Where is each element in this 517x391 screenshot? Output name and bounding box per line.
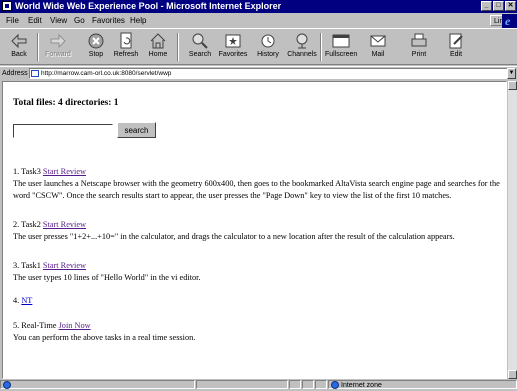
page-content: Total files: 4 directories: 1 search 1. … bbox=[2, 81, 507, 379]
item-prefix: 5. Real-Time bbox=[13, 321, 57, 330]
menu-view[interactable]: View bbox=[50, 14, 67, 27]
history-button[interactable]: History bbox=[252, 31, 284, 63]
browser-window: World Wide Web Experience Pool - Microso… bbox=[0, 0, 517, 390]
stop-icon bbox=[88, 33, 104, 49]
toolbar-separator bbox=[320, 33, 322, 61]
print-label: Print bbox=[411, 51, 427, 58]
zone-cell: Internet zone bbox=[328, 380, 517, 389]
item-prefix: 4. bbox=[13, 296, 20, 305]
search-input[interactable] bbox=[13, 124, 113, 138]
item-description: You can perform the above tasks in a rea… bbox=[13, 333, 196, 342]
list-item: 1. Task3 Start Review The user launches … bbox=[13, 166, 503, 202]
back-label: Back bbox=[11, 51, 27, 58]
back-arrow-icon bbox=[11, 33, 27, 49]
status-text-cell bbox=[0, 380, 195, 389]
fullscreen-label: Fullscreen bbox=[325, 51, 358, 58]
close-button[interactable]: ✕ bbox=[505, 1, 516, 11]
title-bar: World Wide Web Experience Pool - Microso… bbox=[0, 0, 517, 13]
status-progress-cell bbox=[196, 380, 288, 389]
list-item: 4. NT bbox=[13, 295, 503, 307]
channels-button[interactable]: Channels bbox=[286, 31, 318, 63]
menu-go[interactable]: Go bbox=[74, 14, 85, 27]
mail-label: Mail bbox=[371, 51, 385, 58]
menu-file[interactable]: File bbox=[6, 14, 19, 27]
scroll-down-button[interactable] bbox=[508, 370, 517, 379]
minimize-button[interactable]: _ bbox=[481, 1, 492, 11]
start-review-link[interactable]: Start Review bbox=[43, 261, 86, 270]
ie-app-icon[interactable] bbox=[2, 1, 12, 11]
address-label: Address bbox=[2, 70, 28, 77]
total-summary: Total files: 4 directories: 1 bbox=[13, 98, 119, 108]
item-prefix: 2. Task2 bbox=[13, 220, 41, 229]
item-description: The user presses "1+2+...+10=" in the ca… bbox=[13, 232, 455, 241]
vertical-scrollbar[interactable] bbox=[508, 81, 517, 379]
search-icon bbox=[192, 33, 208, 49]
ie-logo-icon: e bbox=[502, 14, 517, 29]
search-submit-button[interactable]: search bbox=[117, 122, 156, 138]
page-icon bbox=[31, 70, 39, 77]
menu-edit[interactable]: Edit bbox=[28, 14, 42, 27]
home-label: Home bbox=[148, 51, 168, 58]
maximize-button[interactable]: □ bbox=[493, 1, 504, 11]
search-button[interactable]: Search bbox=[184, 31, 216, 63]
address-input[interactable]: http://marrow.cam-orl.co.uk:8080/servlet… bbox=[29, 68, 508, 79]
refresh-icon bbox=[120, 32, 132, 49]
status-bar: Internet zone bbox=[0, 379, 517, 390]
stop-label: Stop bbox=[88, 51, 104, 58]
channels-icon bbox=[296, 33, 308, 49]
mail-icon bbox=[370, 35, 386, 47]
menu-bar: File Edit View Go Favorites Help bbox=[0, 14, 490, 27]
refresh-button[interactable]: Refresh bbox=[110, 31, 142, 63]
edit-label: Edit bbox=[449, 51, 463, 58]
status-cell bbox=[289, 380, 301, 389]
status-cell bbox=[315, 380, 327, 389]
forward-label: Forward bbox=[45, 51, 71, 58]
address-bar: Address http://marrow.cam-orl.co.uk:8080… bbox=[0, 66, 517, 80]
status-cell bbox=[302, 380, 314, 389]
edit-icon bbox=[449, 33, 463, 49]
refresh-label: Refresh bbox=[113, 51, 139, 58]
item-description: The user types 10 lines of "Hello World"… bbox=[13, 273, 201, 282]
start-review-link[interactable]: Start Review bbox=[43, 220, 86, 229]
list-item: 3. Task1 Start Review The user types 10 … bbox=[13, 260, 503, 284]
scroll-up-button[interactable] bbox=[508, 81, 517, 90]
home-button[interactable]: Home bbox=[142, 31, 174, 63]
menu-help[interactable]: Help bbox=[130, 14, 146, 27]
favorites-icon bbox=[225, 34, 241, 48]
edit-button[interactable]: Edit bbox=[440, 31, 472, 63]
toolbar-separator bbox=[177, 33, 179, 61]
fullscreen-button[interactable]: Fullscreen bbox=[325, 31, 357, 63]
list-item: 5. Real-Time Join Now You can perform th… bbox=[13, 320, 503, 344]
page-status-icon bbox=[3, 381, 11, 389]
channels-label: Channels bbox=[287, 51, 317, 58]
list-item: 2. Task2 Start Review The user presses "… bbox=[13, 219, 503, 243]
toolbar: Back Forward Stop Refresh Home Search Fa… bbox=[0, 28, 517, 65]
stop-button[interactable]: Stop bbox=[80, 31, 112, 63]
favorites-label: Favorites bbox=[218, 51, 248, 58]
item-prefix: 3. Task1 bbox=[13, 261, 41, 270]
zone-label: Internet zone bbox=[341, 382, 382, 389]
toolbar-separator bbox=[37, 33, 39, 61]
search-label: Search bbox=[188, 51, 212, 58]
internet-zone-icon bbox=[331, 381, 339, 389]
start-review-link[interactable]: Start Review bbox=[43, 167, 86, 176]
history-icon bbox=[261, 34, 275, 48]
mail-button[interactable]: Mail bbox=[362, 31, 394, 63]
window-title: World Wide Web Experience Pool - Microso… bbox=[15, 1, 282, 11]
nt-link[interactable]: NT bbox=[21, 296, 32, 305]
item-prefix: 1. Task3 bbox=[13, 167, 41, 176]
fullscreen-icon bbox=[332, 34, 350, 48]
home-icon bbox=[150, 33, 166, 49]
menu-favorites[interactable]: Favorites bbox=[92, 14, 125, 27]
forward-button[interactable]: Forward bbox=[42, 31, 74, 63]
item-description: The user launches a Netscape browser wit… bbox=[13, 179, 500, 200]
history-label: History bbox=[257, 51, 279, 58]
favorites-button[interactable]: Favorites bbox=[217, 31, 249, 63]
join-now-link[interactable]: Join Now bbox=[59, 321, 91, 330]
address-dropdown-button[interactable]: ▼ bbox=[507, 68, 516, 79]
print-button[interactable]: Print bbox=[403, 31, 435, 63]
back-button[interactable]: Back bbox=[3, 31, 35, 63]
print-icon bbox=[411, 33, 427, 47]
forward-arrow-icon bbox=[50, 33, 66, 49]
